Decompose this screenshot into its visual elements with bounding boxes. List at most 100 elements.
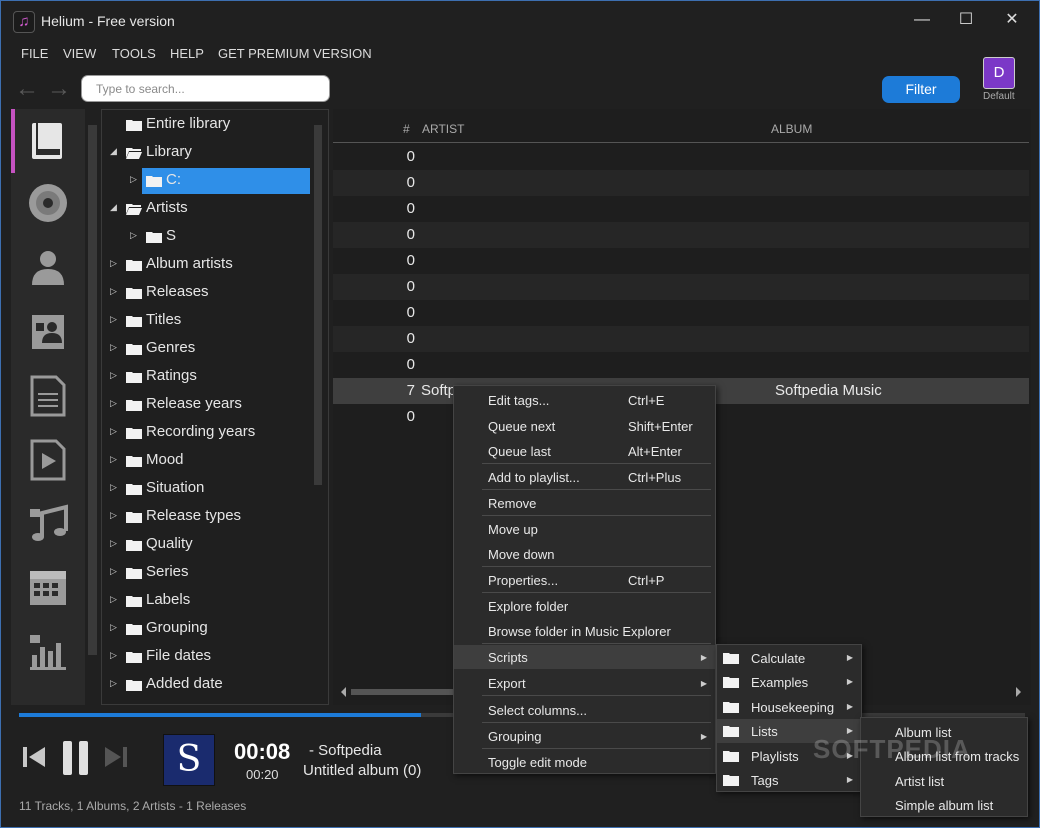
table-row[interactable]: 0 — [333, 300, 1029, 326]
table-row[interactable]: 0 — [333, 326, 1029, 352]
context-menu-item-add-to-playlist[interactable]: Add to playlist... Ctrl+Plus — [454, 465, 715, 489]
table-row[interactable]: 0 — [333, 352, 1029, 378]
expand-arrow-icon[interactable]: ▷ — [110, 370, 117, 381]
context-menu-item-queue-last[interactable]: Queue last Alt+Enter — [454, 439, 715, 463]
tree-item-grouping[interactable]: ▷ Grouping — [102, 616, 328, 642]
video-file-icon[interactable] — [28, 439, 68, 481]
expand-arrow-icon[interactable]: ▷ — [110, 426, 117, 437]
context-menu-item-explore-folder[interactable]: Explore folder — [454, 594, 715, 618]
tree-item-releases[interactable]: ▷ Releases — [102, 280, 328, 306]
locked-calendar-icon[interactable] — [28, 567, 68, 607]
menu-help[interactable]: HELP — [170, 46, 204, 61]
minimize-button[interactable]: — — [907, 9, 937, 31]
expand-arrow-icon[interactable]: ▷ — [110, 594, 117, 605]
locked-contacts-icon[interactable] — [28, 311, 68, 351]
tree-item-release-types[interactable]: ▷ Release types — [102, 504, 328, 530]
tree-item-album-artists[interactable]: ▷ Album artists — [102, 252, 328, 278]
context-menu-item-grouping[interactable]: Grouping ▶ — [454, 724, 715, 748]
tree-item-entire-library[interactable]: Entire library — [102, 112, 328, 138]
context-menu-item-move-down[interactable]: Move down — [454, 542, 715, 566]
tree-item-s[interactable]: ▷ S — [102, 224, 328, 250]
context-menu-item-select-columns[interactable]: Select columns... — [454, 698, 715, 722]
context-menu-item-remove[interactable]: Remove — [454, 491, 715, 515]
tree-item-genres[interactable]: ▷ Genres — [102, 336, 328, 362]
pause-icon[interactable] — [61, 739, 91, 782]
expand-arrow-icon[interactable]: ▷ — [110, 314, 117, 325]
tree-item-added-date[interactable]: ▷ Added date — [102, 672, 328, 698]
back-arrow-icon[interactable]: ← — [15, 75, 39, 103]
lists-item-artist-list[interactable]: Artist list — [861, 769, 1027, 793]
table-row[interactable]: 0 — [333, 274, 1029, 300]
column-header-artist[interactable]: ARTIST — [422, 122, 464, 136]
artist-person-icon[interactable] — [28, 247, 68, 287]
expand-arrow-icon[interactable]: ▷ — [110, 342, 117, 353]
context-menu-item-browse-folder-in-music-explorer[interactable]: Browse folder in Music Explorer — [454, 619, 715, 643]
expand-arrow-icon[interactable]: ▷ — [110, 650, 117, 661]
collapse-arrow-icon[interactable]: ◢ — [110, 202, 117, 213]
context-menu-item-export[interactable]: Export ▶ — [454, 671, 715, 695]
scripts-item-examples[interactable]: Examples ▶ — [717, 670, 861, 694]
table-row[interactable]: 0 — [333, 170, 1029, 196]
tree-item-artists[interactable]: ◢ Artists — [102, 196, 328, 222]
library-book-icon[interactable] — [28, 119, 68, 159]
expand-arrow-icon[interactable]: ▷ — [110, 566, 117, 577]
expand-arrow-icon[interactable]: ▷ — [110, 678, 117, 689]
menu-view[interactable]: VIEW — [63, 46, 96, 61]
expand-arrow-icon[interactable]: ▷ — [110, 454, 117, 465]
collapse-arrow-icon[interactable]: ◢ — [110, 146, 117, 157]
table-row[interactable]: 0 — [333, 196, 1029, 222]
expand-arrow-icon[interactable]: ▷ — [130, 174, 137, 185]
locked-chart-icon[interactable] — [28, 631, 68, 671]
forward-arrow-icon[interactable]: → — [47, 75, 71, 103]
table-row[interactable]: 0 — [333, 248, 1029, 274]
expand-arrow-icon[interactable]: ▷ — [110, 622, 117, 633]
maximize-button[interactable]: ☐ — [951, 9, 981, 31]
expand-arrow-icon[interactable]: ▷ — [110, 510, 117, 521]
expand-arrow-icon[interactable]: ▷ — [110, 258, 117, 269]
expand-arrow-icon[interactable]: ▷ — [110, 538, 117, 549]
tree-scrollbar[interactable] — [314, 125, 322, 485]
tree-item-file-dates[interactable]: ▷ File dates — [102, 644, 328, 670]
tree-item-mood[interactable]: ▷ Mood — [102, 448, 328, 474]
scripts-item-housekeeping[interactable]: Housekeeping ▶ — [717, 695, 861, 719]
left-scrollbar[interactable] — [88, 125, 97, 655]
menu-get-premium[interactable]: GET PREMIUM VERSION — [218, 46, 372, 61]
menu-tools[interactable]: TOOLS — [112, 46, 156, 61]
expand-arrow-icon[interactable]: ▷ — [110, 286, 117, 297]
tree-item-recording-years[interactable]: ▷ Recording years — [102, 420, 328, 446]
album-cover[interactable]: S — [163, 734, 215, 786]
tree-item-series[interactable]: ▷ Series — [102, 560, 328, 586]
context-menu-item-edit-tags[interactable]: Edit tags... Ctrl+E — [454, 388, 715, 412]
locked-music-icon[interactable] — [28, 503, 68, 543]
next-track-icon[interactable] — [101, 743, 129, 776]
expand-arrow-icon[interactable]: ▷ — [110, 482, 117, 493]
expand-arrow-icon[interactable]: ▷ — [110, 398, 117, 409]
lists-item-simple-album-list[interactable]: Simple album list — [861, 793, 1027, 817]
tree-item-ratings[interactable]: ▷ Ratings — [102, 364, 328, 390]
context-menu-item-queue-next[interactable]: Queue next Shift+Enter — [454, 414, 715, 438]
tree-item-c[interactable]: ▷ C: — [102, 168, 328, 194]
tree-item-labels[interactable]: ▷ Labels — [102, 588, 328, 614]
table-row[interactable]: 0 — [333, 222, 1029, 248]
context-menu-item-move-up[interactable]: Move up — [454, 517, 715, 541]
filter-button[interactable]: Filter — [882, 76, 960, 103]
column-header-album[interactable]: ALBUM — [771, 122, 812, 136]
document-list-icon[interactable] — [28, 375, 68, 417]
context-menu-item-scripts[interactable]: Scripts ▶ — [454, 645, 715, 669]
search-input[interactable]: Type to search... — [81, 75, 330, 102]
profile-avatar[interactable]: D — [983, 57, 1015, 89]
tree-item-library[interactable]: ◢ Library — [102, 140, 328, 166]
table-row[interactable]: 0 — [333, 144, 1029, 170]
tree-item-release-years[interactable]: ▷ Release years — [102, 392, 328, 418]
menu-file[interactable]: FILE — [21, 46, 48, 61]
column-header-number[interactable]: # — [403, 122, 410, 136]
scripts-item-calculate[interactable]: Calculate ▶ — [717, 646, 861, 670]
tree-item-titles[interactable]: ▷ Titles — [102, 308, 328, 334]
tree-item-situation[interactable]: ▷ Situation — [102, 476, 328, 502]
expand-arrow-icon[interactable]: ▷ — [130, 230, 137, 241]
close-button[interactable]: ✕ — [997, 9, 1027, 31]
album-disc-icon[interactable] — [28, 183, 68, 223]
context-menu-item-properties[interactable]: Properties... Ctrl+P — [454, 568, 715, 592]
scripts-item-tags[interactable]: Tags ▶ — [717, 768, 861, 792]
previous-track-icon[interactable] — [21, 743, 49, 776]
